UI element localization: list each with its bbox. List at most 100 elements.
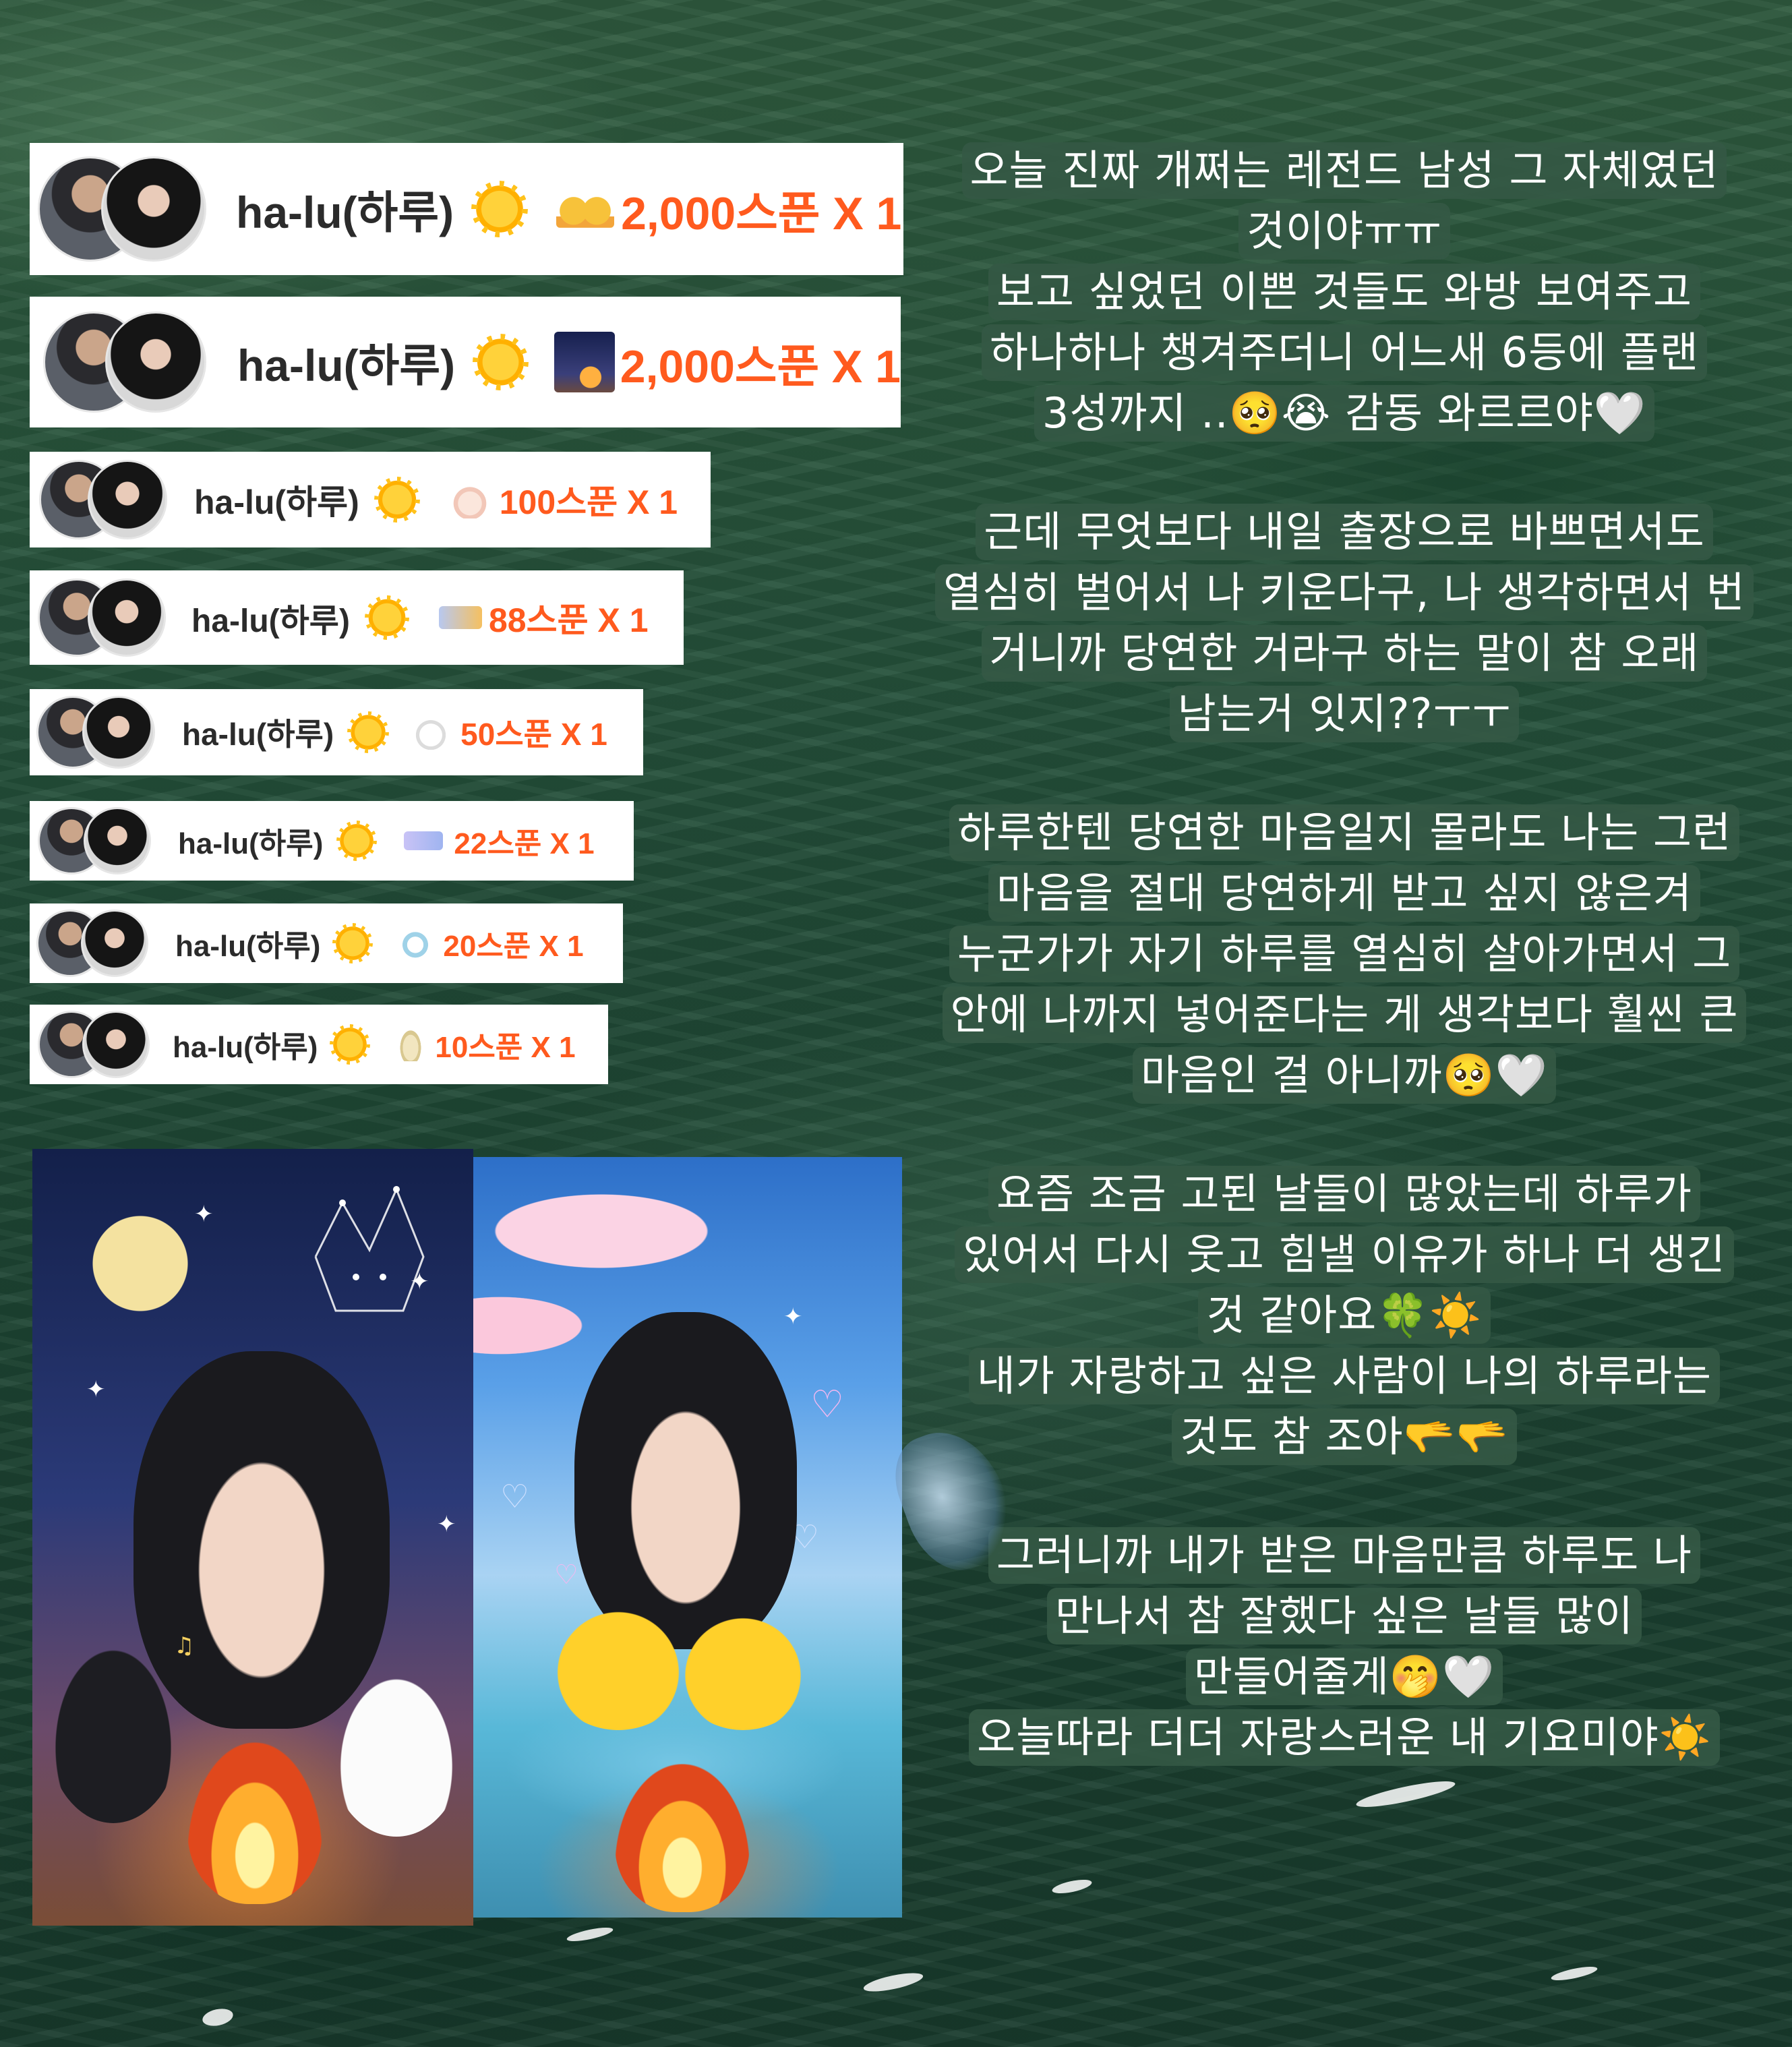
campfire-icon [615,1764,750,1912]
nickname: ha-lu(하루) [182,717,334,752]
donation-row: ha-lu(하루) 20스푼 X 1 [30,903,623,983]
constellation-icon [314,1186,425,1312]
gift-amount: 2,000스푼 X 1 [620,340,901,392]
black-bunny-figure [46,1634,181,1823]
portrait [574,1312,797,1649]
caption-line: 하나하나 챙겨주더니 어느새 6등에 플랜 [982,324,1707,381]
gift-amount: 88스푼 X 1 [488,601,649,639]
caption-line: 하루한텐 당연한 마음일지 몰라도 나는 그런 [949,804,1740,861]
nickname: ha-lu(하루) [237,340,456,390]
nickname: ha-lu(하루) [236,187,454,237]
caption-line: 거니까 당연한 거라구 하는 말이 참 오래 [981,625,1708,682]
avatar-pair [38,1011,150,1078]
heart-icon: ♡ [554,1560,578,1591]
star-icon: ✦ [194,1201,214,1228]
night-camp-photo: ✦ ✦ ✦ ✦ ♫ [32,1149,473,1926]
caption-line: 근데 무엇보다 내일 출장으로 바쁘면서도 [976,504,1713,560]
avatar [88,460,167,539]
ducks-gift-icon [556,190,615,228]
shooting-star-gift-icon [438,606,482,629]
avatar [82,1011,150,1078]
star-icon: ✦ [86,1376,106,1403]
sun-badge-icon [364,595,409,640]
avatar [88,578,166,657]
star-icon: ✦ [783,1303,803,1330]
avatar [101,156,206,262]
gift-amount: 20스푼 X 1 [443,930,584,963]
avatar [82,696,155,769]
avatar-pair [36,910,150,977]
caption-paragraph: 근데 무엇보다 내일 출장으로 바쁘면서도 열심히 벌어서 나 키운다구, 나 … [902,502,1787,744]
water-highlight [1050,1876,1094,1897]
water-highlight [862,1969,925,1996]
caption-line: 마음을 절대 당연하게 받고 싶지 않은겨 [988,865,1701,922]
avatar-pair [36,696,155,769]
caption-line: 것 같아요🍀☀️ [1198,1287,1491,1344]
bunny-gift-icon [450,481,489,518]
music-note-icon: ♫ [174,1632,195,1659]
caption-line: 안에 나까지 넣어준다는 게 생각보다 훨씬 큰 [942,986,1747,1043]
bubble-gift-icon [404,831,444,850]
gift-amount: 2,000스푼 X 1 [621,187,902,239]
caption-line: 있어서 다시 웃고 힘낼 이유가 하나 더 생긴 [955,1226,1734,1283]
sun-badge-icon [330,1024,371,1065]
rubber-duck-icon [547,1602,689,1730]
beach-ducks-photo: ✦ ♡ ♡ ♡ ♡ [473,1157,902,1918]
donation-row: ha-lu(하루) 88스푼 X 1 [30,570,684,665]
caption-paragraph: 하루한텐 당연한 마음일지 몰라도 나는 그런 마음을 절대 당연하게 받고 싶… [902,802,1787,1106]
caption-line: 그러니까 내가 받은 마음만큼 하루도 나 [988,1527,1701,1584]
caption-line: 요즘 조금 고된 날들이 많았는데 하루가 [988,1166,1701,1222]
donation-row: ha-lu(하루) 22스푼 X 1 [30,801,634,881]
sun-badge-icon [347,711,390,753]
heart-icon: ♡ [500,1478,530,1516]
avatar-pair [38,578,166,657]
caption-line: 만나서 참 잘했다 싶은 날들 많이 [1046,1588,1642,1644]
caption-line: 만들어줄게🤭🤍 [1185,1649,1503,1705]
sun-badge-icon [471,181,529,237]
cat-gift-icon [413,715,449,750]
donation-row: ha-lu(하루) 10스푼 X 1 [30,1005,608,1084]
caption-line: 3성까지 ..🥺😭 감동 와르르야🤍 [1034,385,1655,442]
donation-row: ha-lu(하루) 2,000스푼 X 1 [30,297,901,427]
sun-badge-icon [332,923,374,963]
nickname: ha-lu(하루) [191,603,350,639]
sun-badge-icon [473,334,529,390]
star-icon: ✦ [437,1511,456,1538]
avatar-pair [39,460,167,539]
gift-amount: 22스푼 X 1 [454,827,595,860]
caption-line: 것이야ㅠㅠ [1238,203,1451,260]
caption-paragraph: 그러니까 내가 받은 마음만큼 하루도 나 만나서 참 잘했다 싶은 날들 많이… [902,1525,1787,1768]
caption-line: 열심히 벌어서 나 키운다구, 나 생각하면서 번 [935,564,1754,621]
caption-line: 오늘 진짜 개쩌는 레전드 남성 그 자체였던 [961,142,1727,199]
nickname: ha-lu(하루) [175,930,321,963]
caption-line: 오늘따라 더더 자랑스러운 내 기요미야☀️ [969,1709,1720,1766]
night-camp-gift-icon [554,332,615,392]
nickname: ha-lu(하루) [194,483,359,521]
caption-line: 마음인 걸 아니까🥺🤍 [1132,1047,1557,1104]
avatar-pair [43,312,206,413]
water-highlight [201,2006,235,2029]
caption-paragraph: 요즘 조금 고된 날들이 많았는데 하루가 있어서 다시 웃고 힘낼 이유가 하… [902,1164,1787,1467]
water-highlight [1354,1776,1457,1812]
caption-block: 오늘 진짜 개쩌는 레전드 남성 그 자체였던 것이야ㅠㅠ 보고 싶었던 이쁜 … [902,140,1787,1768]
water-highlight [566,1924,614,1945]
avatar [81,910,148,977]
avatar [105,312,206,413]
heart-icon: ♡ [810,1383,845,1427]
caption-line: 내가 자랑하고 싶은 사람이 나의 하루라는 [968,1348,1721,1404]
caption-line: 보고 싶었던 이쁜 것들도 와방 보여주고 [988,264,1701,320]
nickname: ha-lu(하루) [178,827,324,860]
donation-row: ha-lu(하루) 2,000스푼 X 1 [30,143,903,275]
white-bunny-figure [329,1661,464,1837]
water-highlight [1550,1963,1599,1984]
gift-amount: 100스푼 X 1 [499,483,678,521]
caption-line: 것도 참 조아🫳🫳 [1171,1408,1517,1465]
rubber-duck-icon [676,1609,810,1730]
doll-gift-icon [398,1028,423,1061]
gift-amount: 10스푼 X 1 [435,1031,576,1064]
donation-row: ha-lu(하루) 50스푼 X 1 [30,689,643,775]
donation-row: ha-lu(하루) 100스푼 X 1 [30,452,711,547]
nickname: ha-lu(하루) [173,1031,318,1064]
caption-line: 남는거 잇지??ㅜㅜ [1169,686,1520,742]
gift-amount: 50스푼 X 1 [460,717,607,752]
